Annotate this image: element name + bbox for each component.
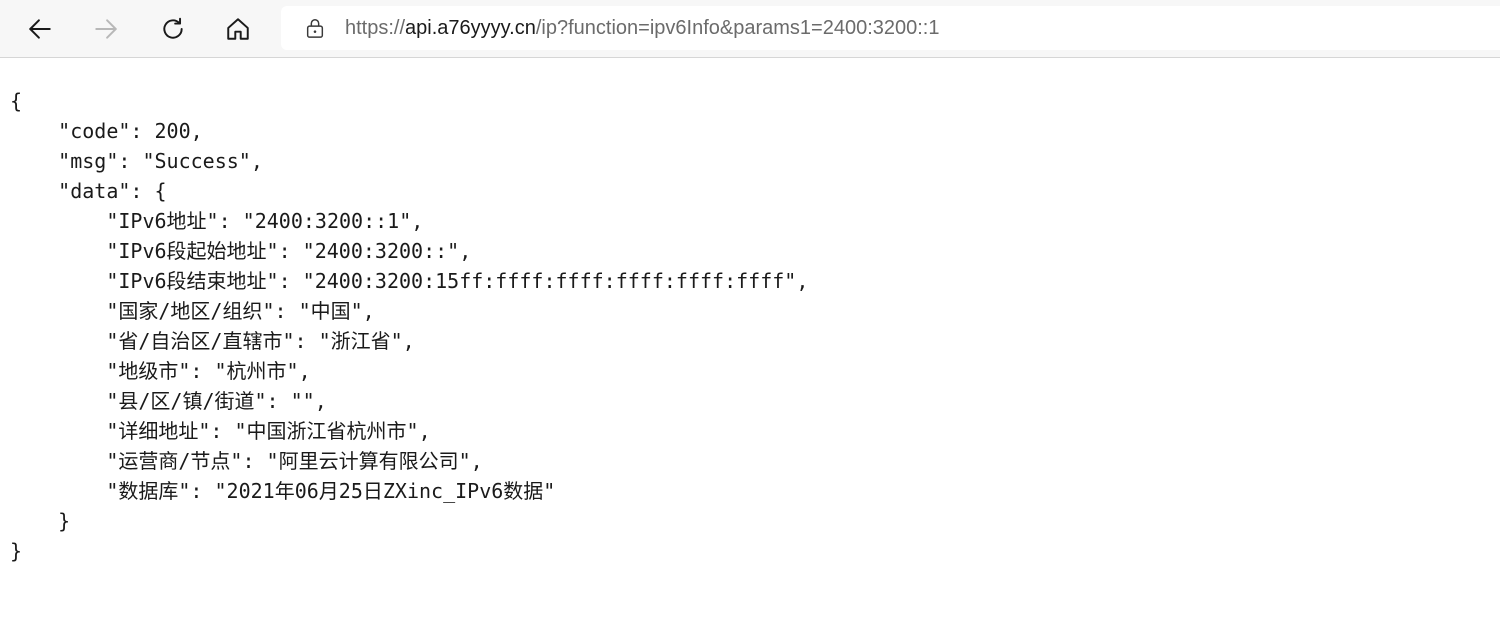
lock-icon[interactable] <box>304 17 326 39</box>
json-line: "运营商/节点": "阿里云计算有限公司", <box>10 449 483 473</box>
json-line: } <box>10 509 71 533</box>
back-button[interactable] <box>20 9 60 49</box>
json-line: "data": { <box>10 179 167 203</box>
browser-toolbar: https://api.a76yyyy.cn/ip?function=ipv6I… <box>0 0 1500 58</box>
json-line: "IPv6段结束地址": "2400:3200:15ff:ffff:ffff:f… <box>10 269 809 293</box>
page-content: { "code": 200, "msg": "Success", "data":… <box>10 86 1480 596</box>
json-line: "县/区/镇/街道": "", <box>10 389 327 413</box>
forward-button[interactable] <box>86 9 126 49</box>
json-line: "msg": "Success", <box>10 149 263 173</box>
json-line: "省/自治区/直辖市": "浙江省", <box>10 329 415 353</box>
json-line: "IPv6地址": "2400:3200::1", <box>10 209 424 233</box>
address-bar[interactable]: https://api.a76yyyy.cn/ip?function=ipv6I… <box>281 6 1500 50</box>
arrow-right-icon <box>95 19 117 39</box>
url-text[interactable]: https://api.a76yyyy.cn/ip?function=ipv6I… <box>345 17 939 40</box>
home-icon <box>227 18 249 40</box>
json-line: } <box>10 539 23 563</box>
json-response: { "code": 200, "msg": "Success", "data":… <box>10 86 1480 566</box>
url-scheme: https:// <box>345 16 406 39</box>
reload-icon <box>163 17 183 39</box>
json-line: { <box>10 89 23 113</box>
json-line: "code": 200, <box>10 119 203 143</box>
json-line: "地级市": "杭州市", <box>10 359 311 383</box>
json-line: "IPv6段起始地址": "2400:3200::", <box>10 239 472 263</box>
url-path: /ip?function=ipv6Info&params1=2400:3200:… <box>535 16 940 39</box>
json-line: "数据库": "2021年06月25日ZXinc_IPv6数据" <box>10 479 556 503</box>
home-button[interactable] <box>218 9 258 49</box>
url-host: api.a76yyyy.cn <box>405 16 536 39</box>
arrow-left-icon <box>29 19 51 39</box>
reload-button[interactable] <box>153 9 193 49</box>
json-line: "详细地址": "中国浙江省杭州市", <box>10 419 431 443</box>
json-line: "国家/地区/组织": "中国", <box>10 299 375 323</box>
